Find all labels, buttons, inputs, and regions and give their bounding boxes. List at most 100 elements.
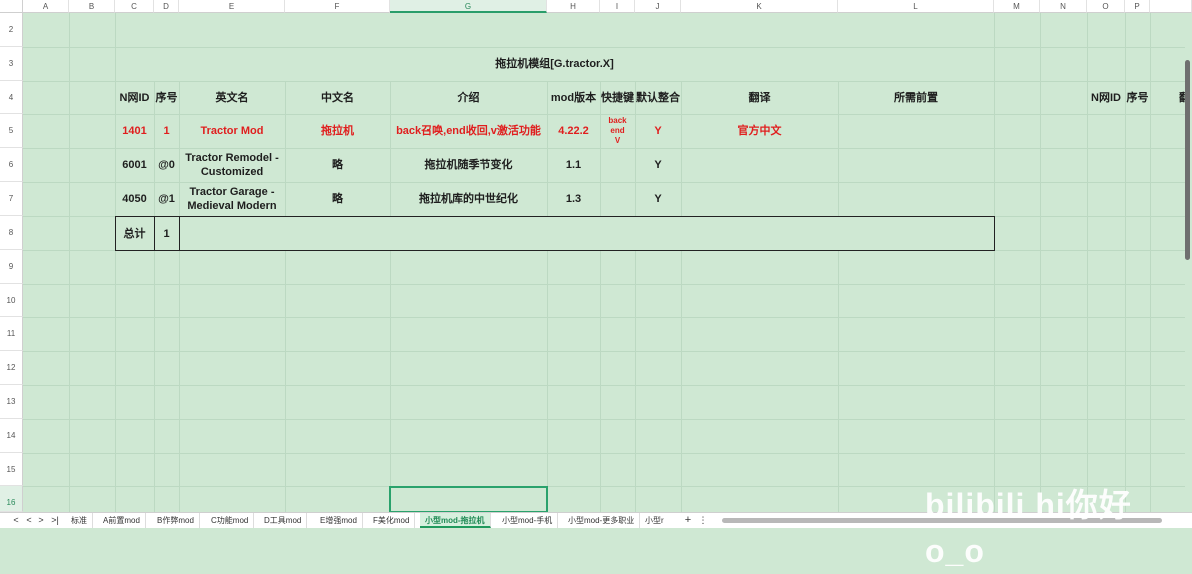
column-header-g[interactable]: G — [390, 0, 547, 13]
next-sheet-icon[interactable]: > — [35, 513, 47, 528]
cell-seq[interactable]: @1 — [154, 182, 179, 216]
column-header-k[interactable]: K — [681, 0, 838, 13]
column-header-b[interactable]: B — [69, 0, 115, 13]
cell-nid[interactable]: 6001 — [115, 148, 154, 182]
header-seq[interactable]: 序号 — [154, 81, 179, 114]
cell-nid[interactable]: 4050 — [115, 182, 154, 216]
header-hotkey[interactable]: 快捷键 — [600, 81, 635, 114]
row-header-14[interactable]: 14 — [0, 419, 23, 453]
cell-seq[interactable]: @0 — [154, 148, 179, 182]
grid-line — [994, 13, 995, 513]
header-description[interactable]: 介绍 — [390, 81, 547, 114]
sheet-title[interactable]: 拖拉机模组[G.tractor.X] — [115, 47, 994, 81]
tab-a-prereq-mod[interactable]: A前置mod — [98, 513, 146, 528]
cell-description[interactable]: 拖拉机随季节变化 — [390, 148, 547, 182]
row-header-8[interactable]: 8 — [0, 216, 23, 250]
tab-small-partial[interactable]: 小型r — [640, 513, 669, 528]
header-partial[interactable]: 翻 — [1150, 81, 1190, 114]
tab-standard[interactable]: 标准 — [66, 513, 93, 528]
column-header-h[interactable]: H — [547, 0, 600, 13]
cell-english-name[interactable]: Tractor Garage - Medieval Modern — [179, 182, 285, 216]
row-header-13[interactable]: 13 — [0, 385, 23, 419]
total-row-box — [115, 216, 995, 251]
tab-d-tool-mod[interactable]: D工具mod — [259, 513, 308, 528]
tab-f-beautify-mod[interactable]: F美化mod — [368, 513, 416, 528]
header-default-integration[interactable]: 默认整合 — [635, 81, 681, 114]
grid-line — [838, 81, 839, 512]
cell-chinese-name[interactable]: 略 — [285, 148, 390, 182]
cell-mod-version[interactable]: 4.22.2 — [547, 114, 600, 148]
vertical-scrollbar[interactable] — [1185, 60, 1190, 260]
cell-description[interactable]: back召唤,end收回,v激活功能 — [390, 114, 547, 148]
first-sheet-icon[interactable]: < — [10, 513, 22, 528]
header-nid[interactable]: N网ID — [115, 81, 154, 114]
cell-default[interactable]: Y — [635, 182, 681, 216]
cell-seq[interactable]: 1 — [154, 114, 179, 148]
tab-c-function-mod[interactable]: C功能mod — [206, 513, 255, 528]
column-header-j[interactable]: J — [635, 0, 681, 13]
row-header-11[interactable]: 11 — [0, 317, 23, 351]
tab-small-mod-more-jobs[interactable]: 小型mod-更多职业 — [563, 513, 641, 528]
row-header-15[interactable]: 15 — [0, 453, 23, 486]
grid-line — [23, 385, 1185, 386]
column-header-p[interactable]: P — [1125, 0, 1150, 13]
column-header-d[interactable]: D — [154, 0, 179, 13]
total-value[interactable]: 1 — [154, 216, 179, 251]
tab-b-cheat-mod[interactable]: B作弊mod — [152, 513, 200, 528]
column-header-i[interactable]: I — [600, 0, 635, 13]
column-header-o[interactable]: O — [1087, 0, 1125, 13]
grid-line — [1040, 13, 1041, 513]
header-translation[interactable]: 翻译 — [681, 81, 838, 114]
row-header-12[interactable]: 12 — [0, 351, 23, 385]
tab-small-mod-tractor[interactable]: 小型mod-拖拉机 — [420, 513, 491, 528]
header-chinese-name[interactable]: 中文名 — [285, 81, 390, 114]
row-header-9[interactable]: 9 — [0, 250, 23, 284]
cell-mod-version[interactable]: 1.3 — [547, 182, 600, 216]
header-nid-2[interactable]: N网ID — [1087, 81, 1125, 114]
active-cell[interactable] — [389, 486, 548, 513]
column-header-e[interactable]: E — [179, 0, 285, 13]
total-label[interactable]: 总计 — [115, 216, 154, 251]
column-header-n[interactable]: N — [1040, 0, 1087, 13]
header-seq-2[interactable]: 序号 — [1125, 81, 1150, 114]
prev-sheet-icon[interactable]: < — [23, 513, 35, 528]
more-sheets-icon[interactable]: ⋮ — [697, 513, 709, 528]
row-header-6[interactable]: 6 — [0, 148, 23, 182]
cell-mod-version[interactable]: 1.1 — [547, 148, 600, 182]
row-header-5[interactable]: 5 — [0, 114, 23, 148]
cell-hotkey[interactable]: back end V — [600, 114, 635, 148]
last-sheet-icon[interactable]: >| — [48, 513, 62, 528]
add-sheet-icon[interactable]: + — [682, 513, 694, 528]
cell-description[interactable]: 拖拉机库的中世纪化 — [390, 182, 547, 216]
header-mod-version[interactable]: mod版本 — [547, 81, 600, 114]
row-header-7[interactable]: 7 — [0, 182, 23, 216]
cell-english-name[interactable]: Tractor Remodel - Customized — [179, 148, 285, 182]
cell-chinese-name[interactable]: 略 — [285, 182, 390, 216]
column-header-f[interactable]: F — [285, 0, 390, 13]
column-header-m[interactable]: M — [994, 0, 1040, 13]
cell-default[interactable]: Y — [635, 114, 681, 148]
row-header-10[interactable]: 10 — [0, 284, 23, 317]
column-header-c[interactable]: C — [115, 0, 154, 13]
cell-chinese-name[interactable]: 拖拉机 — [285, 114, 390, 148]
header-prerequisite[interactable]: 所需前置 — [838, 81, 994, 114]
row-header-3[interactable]: 3 — [0, 47, 23, 81]
cell-nid[interactable]: 1401 — [115, 114, 154, 148]
tab-small-mod-phone[interactable]: 小型mod-手机 — [497, 513, 559, 528]
column-header-q[interactable] — [1150, 0, 1192, 13]
column-header-l[interactable]: L — [838, 0, 994, 13]
header-english-name[interactable]: 英文名 — [179, 81, 285, 114]
row-header-16[interactable]: 16 — [0, 486, 23, 512]
grid-line — [23, 284, 1185, 285]
select-all-corner[interactable] — [0, 0, 23, 13]
tab-e-enhance-mod[interactable]: E增强mod — [315, 513, 363, 528]
grid-line — [69, 13, 70, 513]
column-header-a[interactable]: A — [23, 0, 69, 13]
cell-english-name[interactable]: Tractor Mod — [179, 114, 285, 148]
cell-default[interactable]: Y — [635, 148, 681, 182]
total-divider — [179, 216, 180, 251]
row-header-4[interactable]: 4 — [0, 81, 23, 114]
bilibili-watermark: bilibili hi你好o_o — [925, 487, 1132, 569]
cell-translation[interactable]: 官方中文 — [681, 114, 838, 148]
row-header-2[interactable]: 2 — [0, 13, 23, 47]
